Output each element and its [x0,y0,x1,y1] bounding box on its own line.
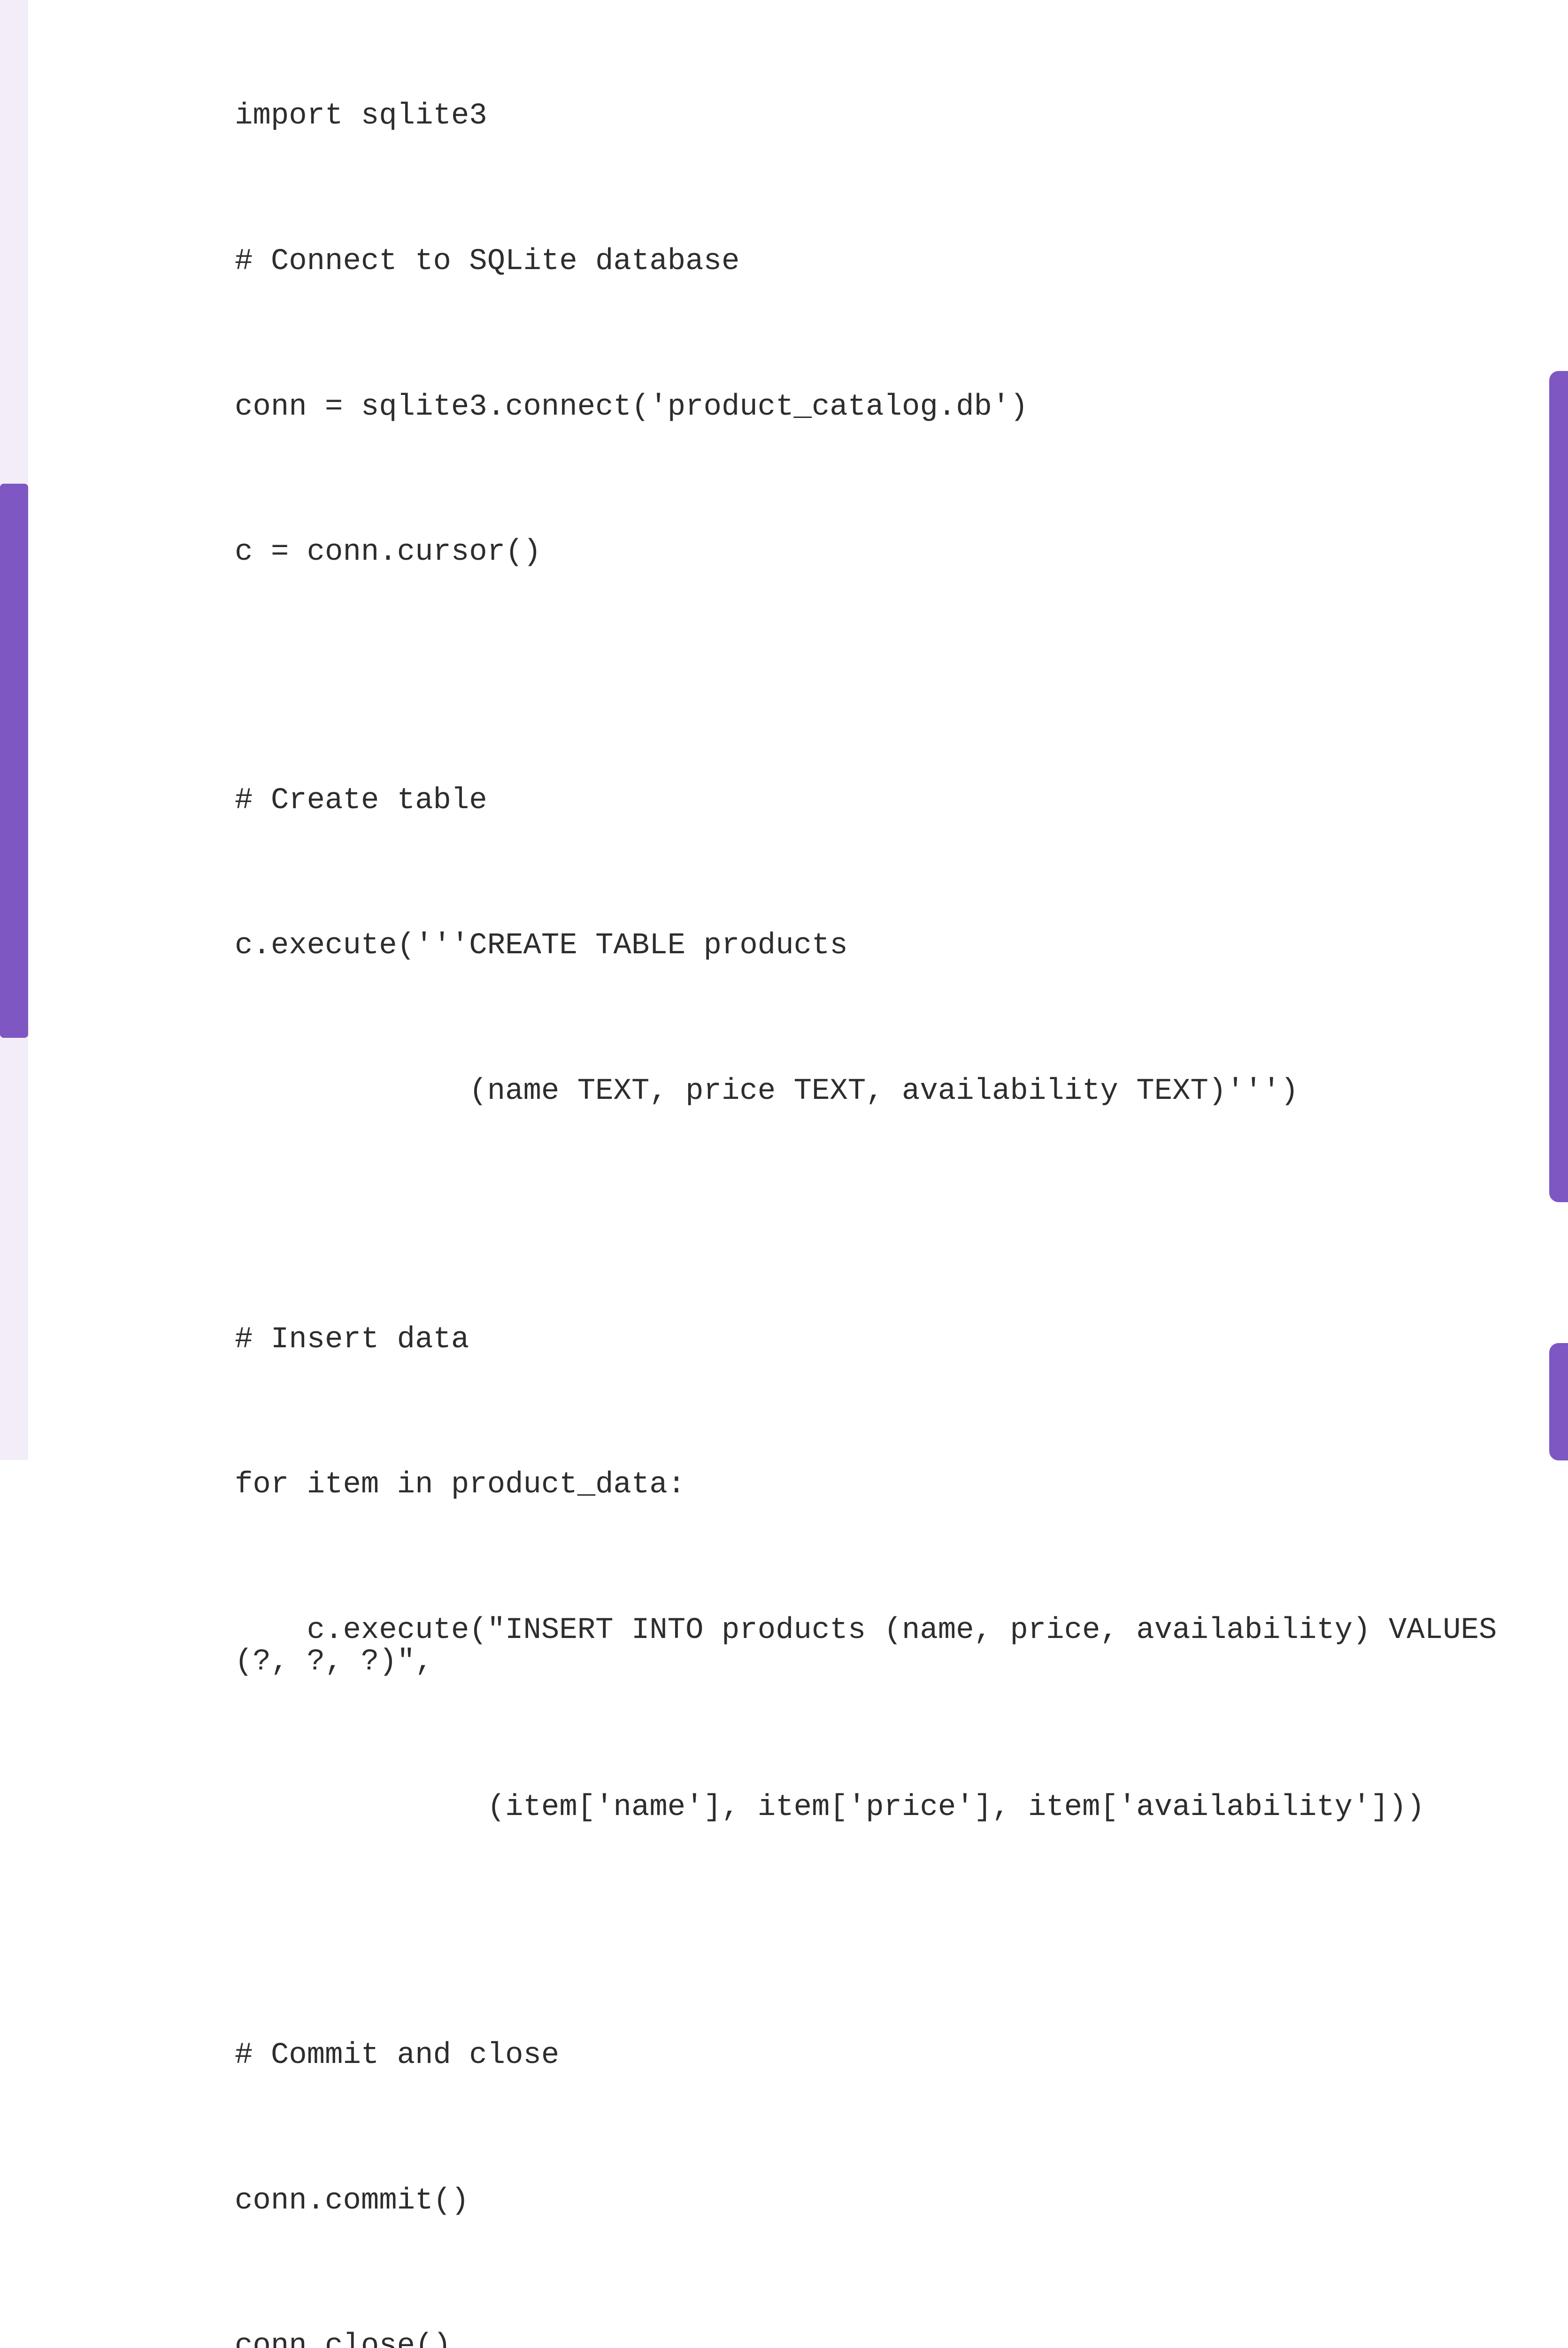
code-line: # Commit and close [235,2040,1512,2071]
right-rail-segment [1549,371,1568,1202]
code-line: # Create table [235,785,1512,817]
right-rail-segment [1549,1343,1568,1460]
left-scrollbar-thumb[interactable] [0,484,28,1038]
code-line: conn.commit() [235,2186,1512,2217]
code-line: # Connect to SQLite database [235,246,1512,278]
code-line: import sqlite3 [235,100,1512,132]
code-line: c.execute("INSERT INTO products (name, p… [235,1615,1512,1678]
code-line: (name TEXT, price TEXT, availability TEX… [235,1076,1512,1107]
code-line: c.execute('''CREATE TABLE products [235,930,1512,962]
code-line: conn = sqlite3.connect('product_catalog.… [235,392,1512,423]
code-block: import sqlite3 # Connect to SQLite datab… [235,38,1512,2348]
code-line: c = conn.cursor() [235,537,1512,568]
right-rail [1549,0,1568,1460]
code-line: for item in product_data: [235,1469,1512,1501]
code-line: (item['name'], item['price'], item['avai… [235,1792,1512,1823]
code-line: # Insert data [235,1324,1512,1356]
code-line: conn.close() [235,2331,1512,2348]
left-scrollbar-track[interactable] [0,0,28,1460]
